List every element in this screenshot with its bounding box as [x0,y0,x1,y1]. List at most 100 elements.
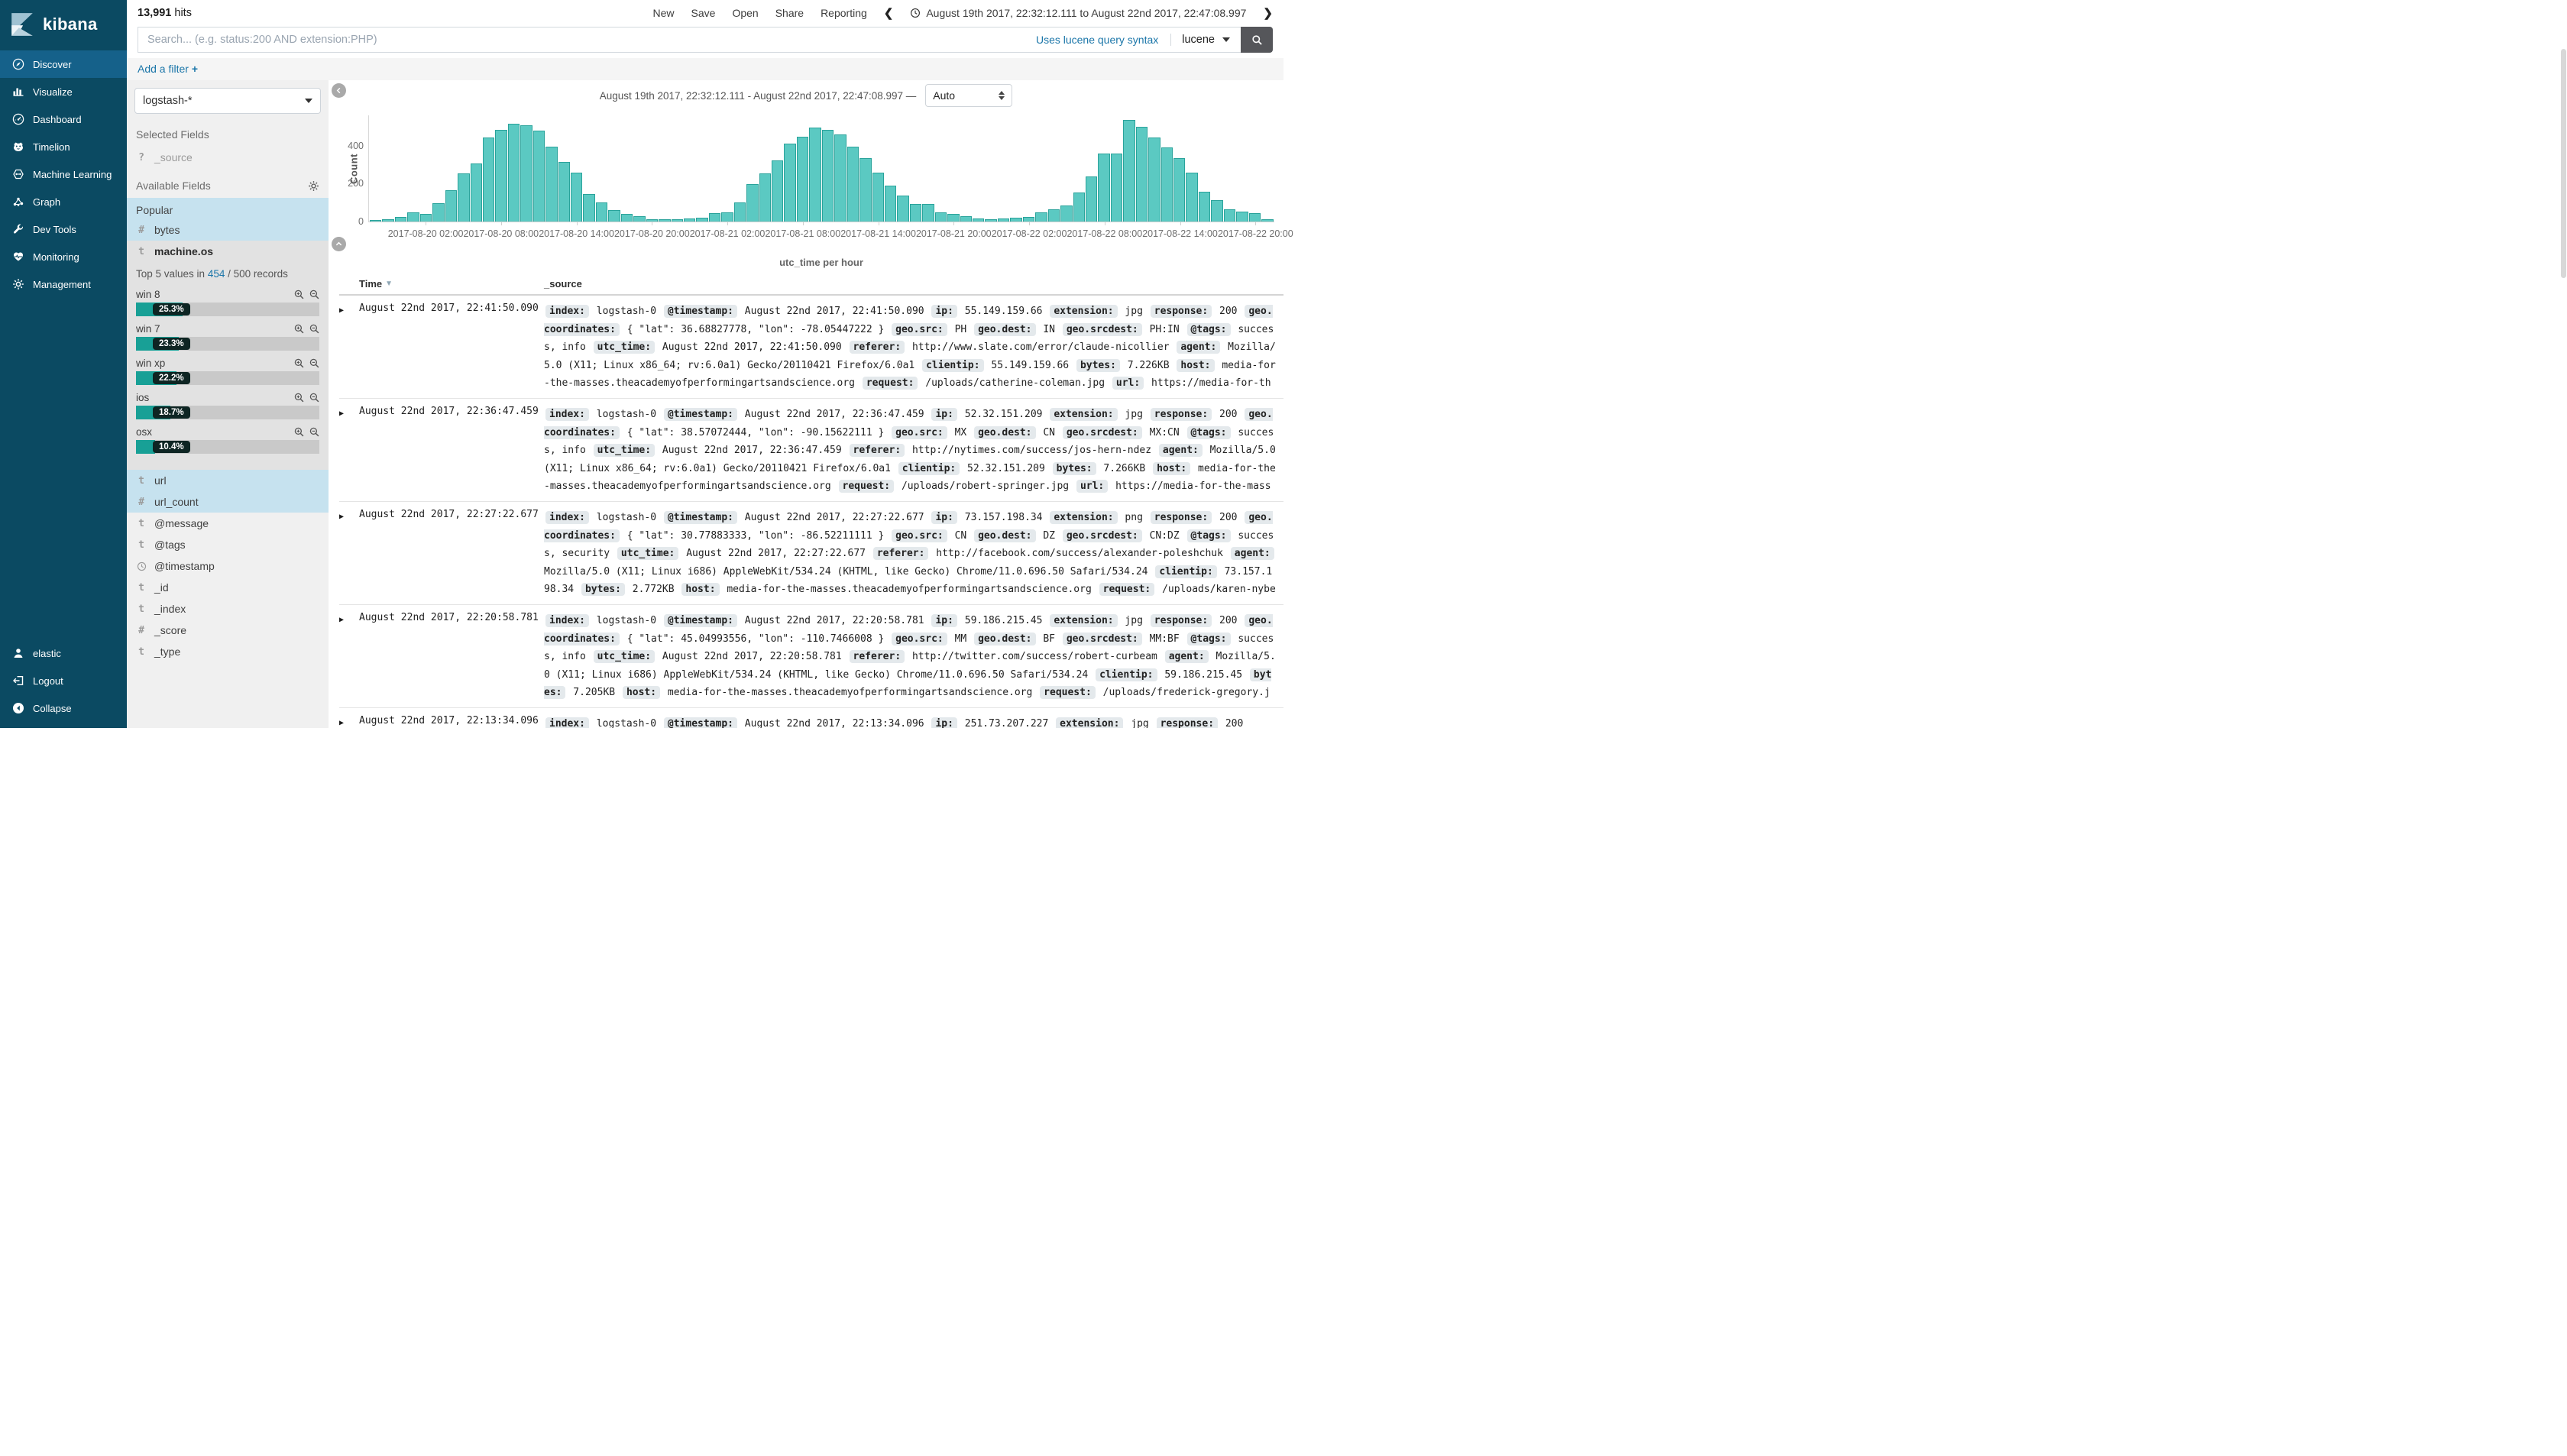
filter-for-value-zoom-in-icon[interactable] [294,324,304,334]
histogram-bar[interactable] [659,219,670,222]
histogram-bar[interactable] [545,147,557,222]
sidebar-item-dashboard[interactable]: Dashboard [0,105,127,133]
index-pattern-select[interactable]: logstash-* [134,88,321,114]
histogram-bar[interactable] [1073,193,1085,222]
histogram-bar[interactable] [420,214,432,222]
filter-out-value-zoom-out-icon[interactable] [309,393,319,403]
menu-new[interactable]: New [653,7,675,19]
histogram-bar[interactable] [432,203,444,222]
histogram-bar[interactable] [558,162,570,222]
histogram-bar[interactable] [1211,200,1222,222]
field--timestamp[interactable]: @timestamp [127,555,329,577]
filter-for-value-zoom-in-icon[interactable] [294,393,304,403]
histogram-bar[interactable] [395,217,406,222]
sidebar-item-dev-tools[interactable]: Dev Tools [0,215,127,243]
histogram-bar[interactable] [1199,192,1210,222]
histogram-bar[interactable] [910,204,921,222]
histogram-bar[interactable] [458,173,469,222]
field--index[interactable]: t _index [127,598,329,620]
field--id[interactable]: t _id [127,577,329,598]
sidebar-item-discover[interactable]: Discover [0,50,127,78]
add-filter-button[interactable]: Add a filter + [127,58,1284,80]
histogram-bar[interactable] [998,218,1009,222]
time-picker[interactable]: August 19th 2017, 22:32:12.111 to August… [910,7,1246,19]
histogram-bar[interactable] [445,190,457,222]
histogram-bar[interactable] [759,173,771,222]
filter-out-value-zoom-out-icon[interactable] [309,290,319,299]
lucene-syntax-link[interactable]: Uses lucene query syntax [1024,34,1171,46]
histogram-bar[interactable] [672,219,683,222]
histogram-bar[interactable] [1173,158,1185,222]
menu-save[interactable]: Save [691,7,716,19]
histogram-bar[interactable] [471,163,482,222]
histogram-bar[interactable] [1186,173,1197,222]
histogram-bar[interactable] [947,214,959,222]
field--score[interactable]: # _score [127,620,329,641]
histogram-bar[interactable] [746,184,758,222]
histogram-bar[interactable] [1136,127,1148,222]
histogram-bar[interactable] [495,130,507,222]
time-step-forward-icon[interactable]: ❯ [1263,6,1273,20]
field-settings-gear-icon[interactable] [308,180,319,192]
filter-out-value-zoom-out-icon[interactable] [309,358,319,368]
sidebar-item-elastic[interactable]: elastic [0,639,127,667]
histogram-bar[interactable] [608,210,620,222]
field-url[interactable]: t url [127,470,329,491]
histogram-bar[interactable] [885,186,896,222]
histogram-bar[interactable] [834,134,846,222]
histogram-bar[interactable] [809,128,821,222]
sidebar-item-timelion[interactable]: Timelion [0,133,127,160]
time-column-header[interactable]: Time ▼ [359,278,544,290]
interval-select[interactable]: Auto [925,84,1012,107]
scrollbar[interactable] [2561,49,2566,278]
histogram-bar[interactable] [1249,213,1261,222]
histogram-bar[interactable] [973,218,984,222]
histogram-bar[interactable] [872,173,884,222]
filter-for-value-zoom-in-icon[interactable] [294,427,304,437]
histogram-bar[interactable] [960,216,972,222]
histogram-bar[interactable] [1224,209,1235,222]
histogram-bar[interactable] [1098,154,1109,222]
histogram-bar[interactable] [633,216,645,222]
time-step-back-icon[interactable]: ❮ [884,6,894,20]
histogram-bar[interactable] [621,214,633,222]
histogram-bar[interactable] [382,219,393,222]
sidebar-item-graph[interactable]: Graph [0,188,127,215]
histogram-bar[interactable] [596,202,607,222]
sidebar-item-management[interactable]: Management [0,270,127,298]
sidebar-item-visualize[interactable]: Visualize [0,78,127,105]
menu-reporting[interactable]: Reporting [821,7,867,19]
brand[interactable]: kibana [0,0,127,50]
collapse-chart-chevron-up-icon[interactable] [332,237,346,251]
histogram-bar[interactable] [847,147,859,222]
field-url-count[interactable]: # url_count [127,491,329,513]
histogram-bar[interactable] [922,204,934,222]
histogram-bar[interactable] [935,212,947,222]
histogram-bar[interactable] [1010,218,1021,222]
expand-row-caret-icon[interactable]: ▶ [339,303,359,393]
histogram-bar[interactable] [721,212,733,222]
histogram-bar[interactable] [1236,212,1248,222]
histogram-bar[interactable] [1148,138,1160,222]
histogram-bar[interactable] [696,218,707,222]
filter-for-value-zoom-in-icon[interactable] [294,358,304,368]
field--source[interactable]: ? _source [127,147,329,168]
histogram-bar[interactable] [859,158,871,222]
histogram-bar[interactable] [370,220,381,222]
expand-row-caret-icon[interactable]: ▶ [339,612,359,702]
histogram-bar[interactable] [1086,176,1097,222]
histogram-bar[interactable] [784,144,795,222]
histogram-bar[interactable] [772,160,783,222]
search-button[interactable] [1241,27,1273,53]
histogram-bar[interactable] [583,194,594,222]
menu-open[interactable]: Open [732,7,758,19]
histogram-bar[interactable] [985,219,996,222]
histogram-bar[interactable] [571,173,582,222]
histogram-bar[interactable] [1123,120,1135,222]
histogram-bar[interactable] [897,196,908,222]
histogram-bar[interactable] [709,213,720,222]
histogram-bar[interactable] [1261,219,1273,222]
histogram-bar[interactable] [508,124,520,222]
filter-out-value-zoom-out-icon[interactable] [309,427,319,437]
sidebar-item-logout[interactable]: Logout [0,667,127,694]
